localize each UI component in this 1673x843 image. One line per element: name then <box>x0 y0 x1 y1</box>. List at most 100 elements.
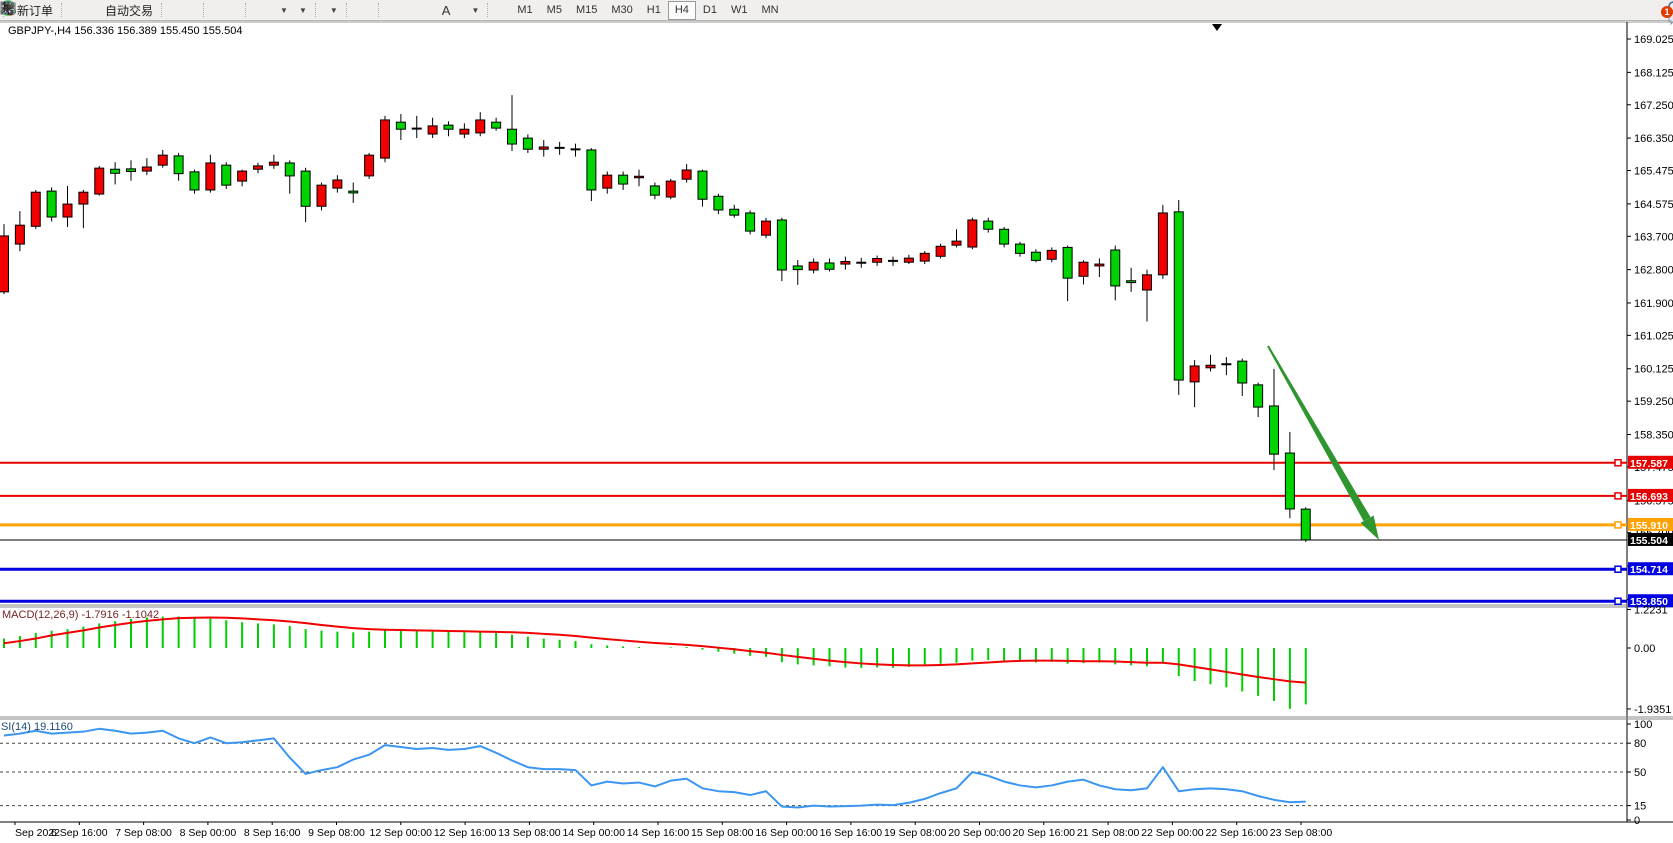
candle[interactable] <box>460 129 469 134</box>
candle[interactable] <box>1270 406 1279 454</box>
candle[interactable] <box>635 176 644 177</box>
candle[interactable] <box>111 169 120 173</box>
candle[interactable] <box>1143 275 1152 290</box>
candle[interactable] <box>190 172 199 190</box>
candle[interactable] <box>158 155 167 165</box>
candle[interactable] <box>1079 262 1088 276</box>
candle[interactable] <box>793 266 802 270</box>
candle[interactable] <box>968 220 977 247</box>
candle[interactable] <box>127 169 136 172</box>
candle[interactable] <box>873 259 882 263</box>
candle[interactable] <box>1190 366 1199 382</box>
candle[interactable] <box>428 126 437 134</box>
candle[interactable] <box>444 125 453 129</box>
candle[interactable] <box>1063 247 1072 278</box>
candle[interactable] <box>746 213 755 231</box>
hline-handle[interactable] <box>1615 598 1621 604</box>
candle[interactable] <box>269 162 278 165</box>
candle[interactable] <box>1127 281 1136 283</box>
candle[interactable] <box>714 196 723 210</box>
candle[interactable] <box>333 180 342 188</box>
candle[interactable] <box>15 225 24 244</box>
candle[interactable] <box>317 185 326 206</box>
candle[interactable] <box>95 168 104 194</box>
candle[interactable] <box>238 171 247 181</box>
candle[interactable] <box>1158 213 1167 275</box>
candle[interactable] <box>1000 229 1009 244</box>
candle[interactable] <box>63 204 72 217</box>
candle[interactable] <box>1238 361 1247 383</box>
candle[interactable] <box>254 166 263 169</box>
time-axis-label: 12 Sep 16:00 <box>434 827 497 839</box>
candle[interactable] <box>1206 365 1215 368</box>
candle[interactable] <box>1095 264 1104 266</box>
candle[interactable] <box>476 120 485 133</box>
candle[interactable] <box>301 171 310 206</box>
candle[interactable] <box>31 192 40 226</box>
candle[interactable] <box>492 122 501 128</box>
candle[interactable] <box>1222 364 1231 365</box>
price-tick-label: 165.475 <box>1634 166 1673 178</box>
price-tick-label: 166.350 <box>1634 133 1673 145</box>
candle[interactable] <box>1174 212 1183 380</box>
hline-handle[interactable] <box>1615 460 1621 466</box>
candle[interactable] <box>349 191 358 193</box>
candle[interactable] <box>508 129 517 144</box>
candle[interactable] <box>285 163 294 176</box>
hline-handle[interactable] <box>1615 493 1621 499</box>
time-axis-label: 15 Sep 08:00 <box>691 827 754 839</box>
candle[interactable] <box>809 262 818 270</box>
candle[interactable] <box>1016 244 1025 253</box>
hline-handle[interactable] <box>1615 522 1621 528</box>
candle[interactable] <box>1301 509 1310 540</box>
candle[interactable] <box>412 128 421 129</box>
chart-canvas[interactable]: 169.025168.125167.250166.350165.475164.5… <box>0 0 1673 843</box>
candle[interactable] <box>698 171 707 199</box>
candle[interactable] <box>619 175 628 184</box>
candle[interactable] <box>1285 453 1294 509</box>
time-axis-label: 19 Sep 08:00 <box>884 827 947 839</box>
arrow-object-shaft[interactable] <box>1267 346 1370 522</box>
candle[interactable] <box>79 192 88 204</box>
candle[interactable] <box>936 246 945 256</box>
candle[interactable] <box>555 147 564 148</box>
candle[interactable] <box>650 186 659 195</box>
rsi-tick-label: 100 <box>1634 719 1652 731</box>
candle[interactable] <box>0 236 9 292</box>
candle[interactable] <box>222 165 231 185</box>
candle[interactable] <box>603 175 612 188</box>
candle[interactable] <box>587 150 596 190</box>
candle[interactable] <box>777 220 786 270</box>
hline-handle[interactable] <box>1615 566 1621 572</box>
candle[interactable] <box>682 170 691 179</box>
candle[interactable] <box>539 147 548 149</box>
candle[interactable] <box>1111 250 1120 286</box>
candle[interactable] <box>825 263 834 269</box>
candle[interactable] <box>1254 385 1263 407</box>
candle[interactable] <box>1047 250 1056 259</box>
candle[interactable] <box>762 221 771 235</box>
candle[interactable] <box>857 262 866 263</box>
candle[interactable] <box>365 155 374 176</box>
candle[interactable] <box>396 122 405 129</box>
candle[interactable] <box>666 181 675 197</box>
candle[interactable] <box>952 241 961 245</box>
candle[interactable] <box>523 138 532 149</box>
candle[interactable] <box>841 261 850 264</box>
price-tick-label: 159.250 <box>1634 396 1673 408</box>
candle[interactable] <box>142 167 151 171</box>
rsi-tick-label: 80 <box>1634 738 1646 750</box>
candle[interactable] <box>381 120 390 158</box>
candle[interactable] <box>571 149 580 150</box>
candle[interactable] <box>206 163 215 190</box>
candle[interactable] <box>730 209 739 215</box>
candle[interactable] <box>920 253 929 261</box>
candle[interactable] <box>984 221 993 229</box>
candle[interactable] <box>174 156 183 174</box>
candle[interactable] <box>889 260 898 261</box>
candle[interactable] <box>47 191 56 217</box>
candle[interactable] <box>1031 252 1040 260</box>
macd-indicator-label: MACD(12,26,9) -1.7916 -1.1042 <box>2 609 159 621</box>
price-badge-label: 155.910 <box>1630 520 1668 532</box>
candle[interactable] <box>904 258 913 262</box>
